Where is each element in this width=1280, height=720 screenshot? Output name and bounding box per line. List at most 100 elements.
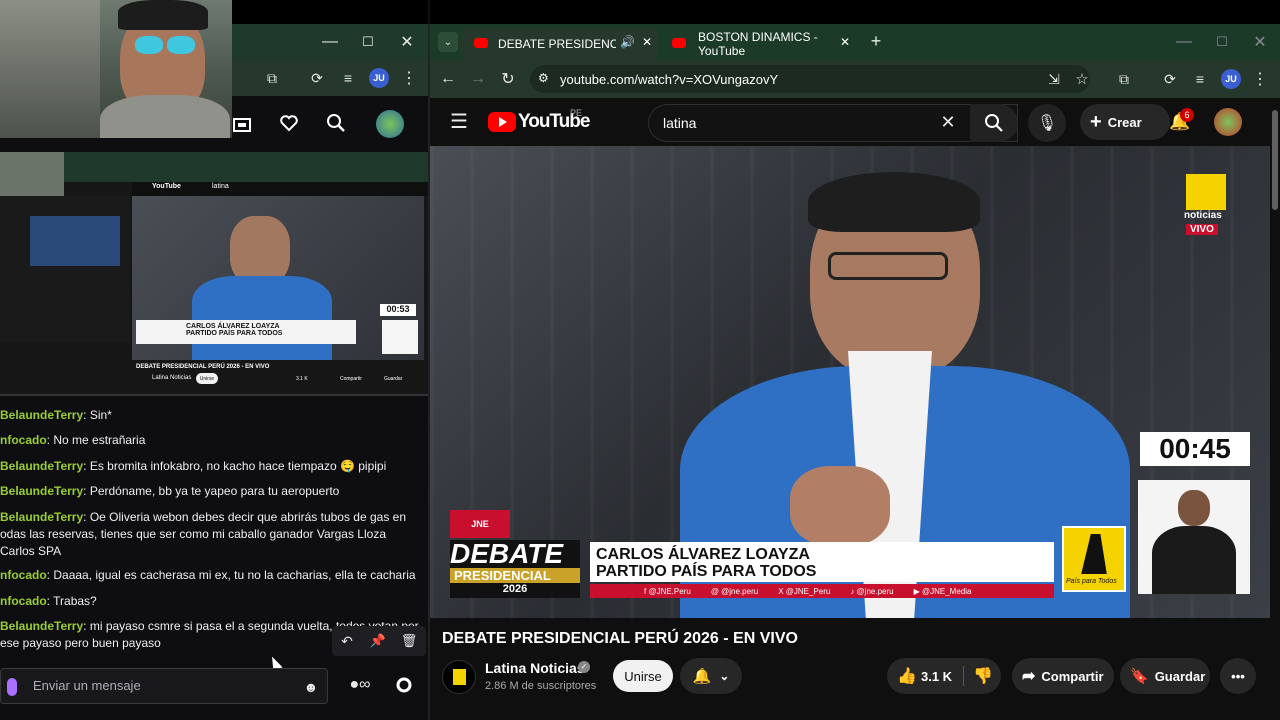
heart-icon[interactable] bbox=[279, 113, 299, 133]
chat-message: nfocado: No me estrañaria bbox=[0, 433, 146, 447]
search-box[interactable]: latina bbox=[648, 104, 1018, 142]
voice-search-button[interactable]: 🎙 bbox=[1028, 104, 1066, 142]
chat-username[interactable]: nfocado bbox=[0, 568, 47, 582]
channel-bug-text: noticias bbox=[1184, 210, 1222, 221]
install-icon[interactable]: ⇲ bbox=[1044, 69, 1064, 89]
tab-boston[interactable]: BOSTON DINAMICS - YouTube ✕ bbox=[662, 28, 858, 60]
profile-avatar[interactable]: JU bbox=[369, 68, 389, 88]
tab-close-icon[interactable]: ✕ bbox=[642, 35, 652, 49]
tab-close-icon[interactable]: ✕ bbox=[840, 35, 850, 49]
preview-side bbox=[0, 196, 130, 342]
account-avatar[interactable] bbox=[1214, 108, 1242, 136]
search-button[interactable] bbox=[970, 104, 1018, 142]
chat-username[interactable]: nfocado bbox=[0, 433, 47, 447]
chat-username[interactable]: nfocado bbox=[0, 594, 47, 608]
subscribe-bell-button[interactable]: 🔔 ⌄ bbox=[680, 658, 742, 694]
reply-icon[interactable]: ↶ bbox=[338, 632, 356, 650]
tab-debate[interactable]: DEBATE PRESIDENCIAL PERÚ 🔊 ✕ bbox=[462, 28, 658, 60]
chevron-down-icon: ⌄ bbox=[719, 669, 730, 683]
audio-icon[interactable]: 🔊 bbox=[620, 35, 635, 49]
search-icon[interactable] bbox=[326, 113, 346, 133]
maximize-icon[interactable]: ☐ bbox=[358, 32, 378, 52]
chat-username[interactable]: BelaundeTerry bbox=[0, 510, 83, 524]
sync-icon[interactable]: ⟳ bbox=[307, 68, 327, 88]
minimize-icon[interactable]: — bbox=[1174, 32, 1194, 52]
chat-text: Daaaa, igual es cacherasa mi ex, tu no l… bbox=[50, 568, 416, 582]
chat-panel: BelaundeTerry: Sin* nfocado: No me estra… bbox=[0, 400, 428, 672]
channel-avatar[interactable] bbox=[442, 660, 476, 694]
like-count[interactable]: 3.1 K bbox=[921, 669, 952, 684]
join-button[interactable]: Unirse bbox=[613, 660, 673, 692]
media-icon[interactable]: ≡ bbox=[338, 68, 358, 88]
social-handle: f @JNE.Peru bbox=[644, 586, 691, 596]
like-icon[interactable]: 👍 bbox=[897, 666, 917, 686]
scrollbar-thumb[interactable] bbox=[1272, 110, 1278, 210]
party-logo: País para Todos bbox=[1062, 526, 1126, 592]
settings-gear-icon[interactable] bbox=[394, 675, 414, 695]
like-divider bbox=[963, 666, 964, 686]
preview-title: DEBATE PRESIDENCIAL PERÚ 2026 - EN VIVO bbox=[136, 364, 270, 370]
youtube-logo-icon[interactable] bbox=[488, 112, 516, 132]
emote-icon[interactable]: ☻ bbox=[301, 677, 321, 697]
tab-search-icon[interactable]: ⌄ bbox=[438, 32, 458, 52]
chat-username[interactable]: BelaundeTerry bbox=[0, 484, 83, 498]
preview-likes: 3.1 K bbox=[296, 376, 308, 382]
clear-search-icon[interactable]: ✕ bbox=[938, 112, 958, 132]
extensions-icon[interactable]: ⧉ bbox=[1114, 69, 1134, 89]
save-button[interactable]: 🔖 Guardar bbox=[1120, 658, 1210, 694]
chat-text: No me estrañaria bbox=[50, 433, 146, 447]
chat-username[interactable]: BelaundeTerry bbox=[0, 408, 83, 422]
video-info: DEBATE PRESIDENCIAL PERÚ 2026 - EN VIVO … bbox=[430, 618, 1280, 720]
microphone-icon: 🎙 bbox=[1036, 115, 1058, 132]
region-code: PE bbox=[570, 108, 583, 118]
minimize-icon[interactable]: — bbox=[320, 32, 340, 52]
hamburger-menu-icon[interactable]: ☰ bbox=[448, 110, 470, 133]
save-bookmark-icon: 🔖 bbox=[1130, 668, 1149, 685]
extensions-icon[interactable]: ⧉ bbox=[262, 68, 282, 88]
streamer-hair bbox=[118, 0, 208, 30]
close-icon[interactable]: ✕ bbox=[1250, 32, 1270, 52]
back-icon[interactable]: ← bbox=[438, 69, 458, 89]
trash-icon[interactable]: 🗑 bbox=[400, 632, 418, 650]
new-tab-icon[interactable]: + bbox=[866, 31, 886, 51]
prime-icon[interactable] bbox=[232, 114, 252, 134]
maximize-icon[interactable]: ☐ bbox=[1212, 32, 1232, 52]
party-logo-text: País para Todos bbox=[1066, 578, 1117, 585]
more-icon: ••• bbox=[1231, 668, 1245, 684]
sync-icon[interactable]: ⟳ bbox=[1160, 69, 1180, 89]
points-icon[interactable]: ●∞ bbox=[340, 674, 380, 696]
create-button[interactable]: + Crear bbox=[1080, 104, 1170, 140]
user-avatar[interactable] bbox=[376, 110, 404, 138]
channel-name[interactable]: Latina Noticias bbox=[485, 660, 585, 676]
bookmark-star-icon[interactable]: ☆ bbox=[1072, 69, 1092, 89]
chat-username[interactable]: BelaundeTerry bbox=[0, 459, 83, 473]
address-bar[interactable]: ⚙ youtube.com/watch?v=XOVungazovY bbox=[530, 65, 1090, 93]
pin-icon[interactable]: 📌 bbox=[369, 632, 387, 650]
forward-icon[interactable]: → bbox=[468, 69, 488, 89]
subscriber-count: 2.86 M de suscriptores bbox=[485, 680, 597, 692]
menu-icon[interactable]: ⋮ bbox=[399, 68, 419, 88]
chat-input[interactable]: Enviar un mensaje ☻ bbox=[0, 668, 328, 704]
profile-avatar[interactable]: JU bbox=[1221, 69, 1241, 89]
video-player[interactable]: noticias VIVO 00:45 JNE DEBATE PRESIDENC… bbox=[430, 146, 1270, 618]
reload-icon[interactable]: ↻ bbox=[498, 69, 518, 89]
scrollbar-track[interactable] bbox=[1270, 98, 1280, 618]
search-input[interactable]: latina bbox=[663, 115, 696, 131]
preview-mini-video bbox=[30, 216, 120, 266]
menu-icon[interactable]: ⋮ bbox=[1250, 69, 1270, 89]
preview-webcam bbox=[0, 152, 64, 196]
bits-icon[interactable] bbox=[7, 678, 17, 696]
close-icon[interactable]: ✕ bbox=[397, 32, 417, 52]
video-title: DEBATE PRESIDENCIAL PERÚ 2026 - EN VIVO bbox=[442, 630, 798, 647]
chat-username[interactable]: BelaundeTerry bbox=[0, 619, 83, 633]
media-icon[interactable]: ≡ bbox=[1190, 69, 1210, 89]
preview-save: Guardar bbox=[384, 376, 403, 382]
dislike-icon[interactable]: 👎 bbox=[973, 666, 993, 686]
preview-browser-bar bbox=[0, 152, 428, 182]
chat-placeholder: Enviar un mensaje bbox=[33, 678, 141, 693]
debate-year: 2026 bbox=[502, 583, 528, 595]
presidencial-word: PRESIDENCIAL bbox=[450, 568, 580, 583]
more-actions-button[interactable]: ••• bbox=[1220, 658, 1256, 694]
share-button[interactable]: ➦ Compartir bbox=[1012, 658, 1114, 694]
site-info-icon[interactable]: ⚙ bbox=[538, 71, 549, 85]
